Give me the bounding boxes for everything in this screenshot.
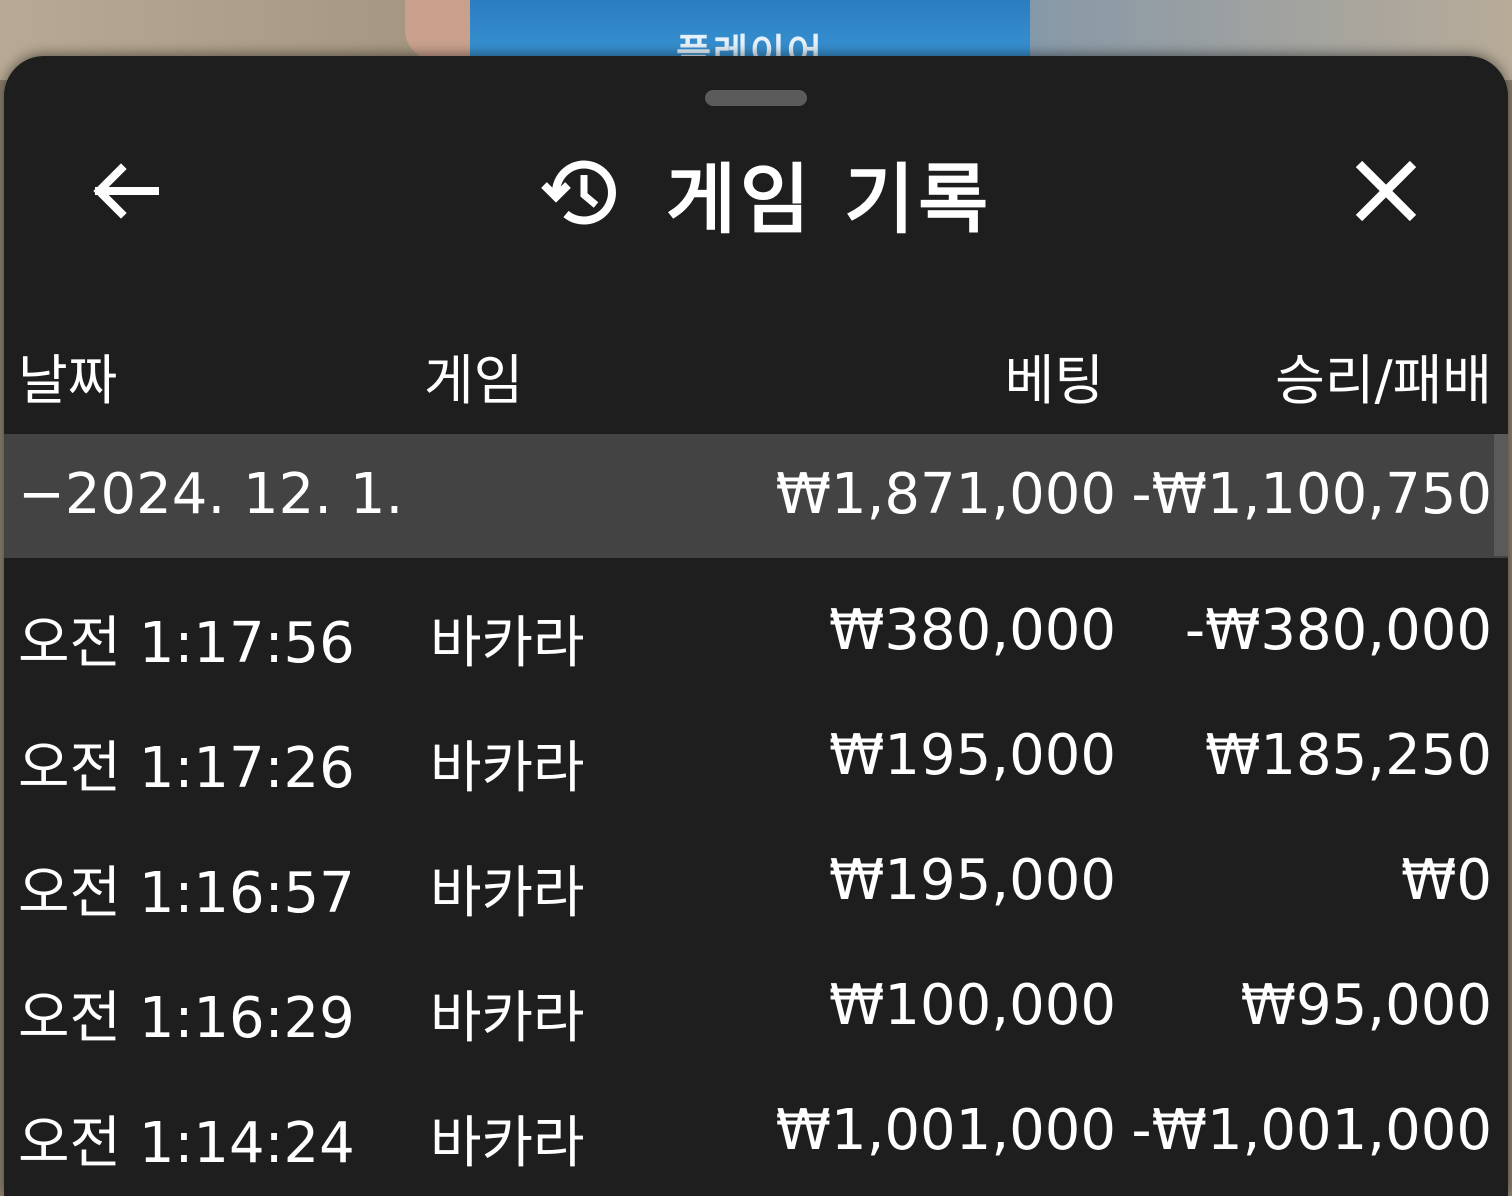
row-game: 바카라 xyxy=(430,1111,585,1176)
close-icon xyxy=(1355,160,1417,222)
group-win-loss-total: -₩1,100,750 xyxy=(1131,462,1492,527)
row-game: 바카라 xyxy=(430,736,585,801)
row-time: 오전 1:16:57 xyxy=(18,861,355,926)
row-bet: ₩100,000 xyxy=(829,973,1116,1038)
sheet-drag-handle[interactable] xyxy=(705,90,807,106)
table-row[interactable]: 오전 1:16:57 바카라 ₩195,000 ₩0 xyxy=(4,808,1508,933)
column-header-bet: 베팅 xyxy=(1004,349,1104,412)
group-date: −2024. 12. 1. xyxy=(18,462,404,527)
column-header-date: 날짜 xyxy=(18,349,118,412)
scrollbar[interactable] xyxy=(1494,434,1508,556)
row-time: 오전 1:16:29 xyxy=(18,986,355,1051)
row-game: 바카라 xyxy=(430,861,585,926)
row-game: 바카라 xyxy=(430,986,585,1051)
row-bet: ₩195,000 xyxy=(829,723,1116,788)
row-bet: ₩1,001,000 xyxy=(775,1098,1116,1163)
row-win-loss: -₩1,001,000 xyxy=(1131,1098,1492,1163)
close-button[interactable] xyxy=(1346,152,1426,230)
arrow-left-icon xyxy=(93,163,159,219)
history-list: −2024. 12. 1. ₩1,871,000 -₩1,100,750 오전 … xyxy=(4,434,1508,1183)
table-row[interactable]: 오전 1:16:29 바카라 ₩100,000 ₩95,000 xyxy=(4,933,1508,1058)
row-bet: ₩195,000 xyxy=(829,848,1116,913)
row-game: 바카라 xyxy=(430,611,585,676)
row-win-loss: -₩380,000 xyxy=(1184,598,1492,663)
row-time: 오전 1:17:26 xyxy=(18,736,355,801)
date-group-row[interactable]: −2024. 12. 1. ₩1,871,000 -₩1,100,750 xyxy=(4,434,1508,558)
column-header-win-loss: 승리/패배 xyxy=(1275,349,1492,412)
row-time: 오전 1:17:56 xyxy=(18,611,355,676)
column-header-game: 게임 xyxy=(424,349,524,412)
table-row[interactable]: 오전 1:17:56 바카라 ₩380,000 -₩380,000 xyxy=(4,558,1508,683)
back-button[interactable] xyxy=(84,156,164,226)
table-row[interactable]: 오전 1:17:26 바카라 ₩195,000 ₩185,250 xyxy=(4,683,1508,808)
row-win-loss: ₩0 xyxy=(1401,848,1492,913)
row-bet: ₩380,000 xyxy=(829,598,1116,663)
table-header: 날짜 게임 베팅 승리/패배 xyxy=(4,336,1508,414)
page-title: 게임 기록 xyxy=(666,155,993,244)
history-icon xyxy=(541,160,616,225)
header-title-group: 게임 기록 xyxy=(540,148,992,244)
row-time: 오전 1:14:24 xyxy=(18,1111,355,1176)
row-win-loss: ₩185,250 xyxy=(1205,723,1492,788)
group-bet-total: ₩1,871,000 xyxy=(775,462,1116,527)
game-history-sheet: 게임 기록 날짜 게임 베팅 승리/패배 −2024. 12. 1. ₩1,87… xyxy=(4,56,1508,1196)
table-row[interactable]: 오전 1:14:24 바카라 ₩1,001,000 -₩1,001,000 xyxy=(4,1058,1508,1183)
row-win-loss: ₩95,000 xyxy=(1240,973,1492,1038)
